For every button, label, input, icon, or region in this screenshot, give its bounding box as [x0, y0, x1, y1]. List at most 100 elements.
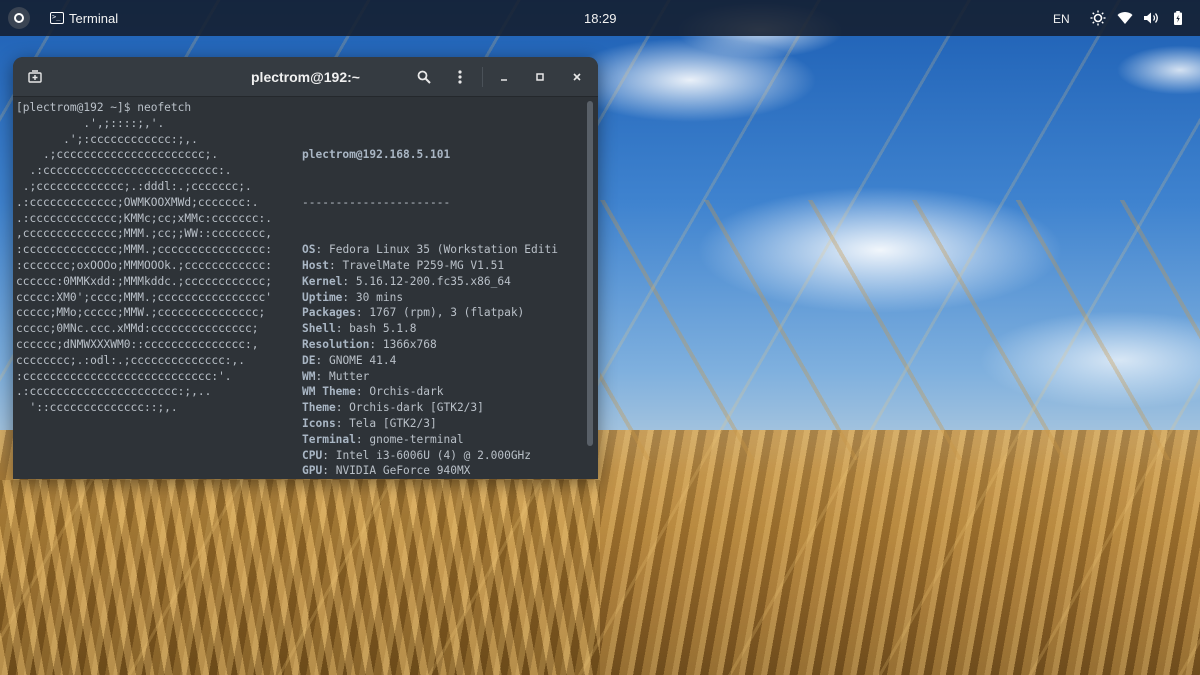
logo-line: :ccccccc;oxOOOo;MMMOOOk.;cccccccccccc:: [16, 258, 272, 272]
shell-prompt: [plectrom@192 ~]$ neofetch: [16, 101, 192, 114]
info-row: Theme: Orchis-dark [GTK2/3]: [302, 400, 558, 416]
info-colon: :: [335, 416, 350, 430]
volume-icon[interactable]: [1143, 10, 1159, 26]
info-row: CPU: Intel i3-6006U (4) @ 2.000GHz: [302, 448, 558, 464]
info-row: Resolution: 1366x768: [302, 337, 558, 353]
user-host: plectrom@192.168.5.101: [302, 148, 451, 162]
info-colon: :: [322, 448, 336, 462]
info-colon: :: [342, 290, 356, 304]
info-colon: :: [355, 306, 370, 320]
info-key: Host: [302, 258, 329, 272]
info-colon: :: [335, 322, 350, 336]
info-value: gnome-terminal: [369, 432, 464, 446]
clock[interactable]: 18:29: [584, 11, 617, 26]
info-separator: ----------------------: [302, 195, 451, 209]
info-row: WM: Mutter: [302, 369, 558, 385]
top-bar: >_ Terminal 18:29 EN: [0, 0, 1200, 36]
info-row: Uptime: 30 mins: [302, 290, 558, 306]
logo-line: .;cccccccccccccccccccccc;.: [16, 148, 219, 162]
info-colon: :: [335, 401, 350, 415]
terminal-app-icon[interactable]: >_: [50, 12, 64, 24]
info-value: Fedora Linux 35 (Workstation Editi: [328, 243, 558, 257]
search-button[interactable]: [414, 67, 434, 87]
terminal-scrollbar[interactable]: [587, 101, 593, 446]
info-key: CPU: [302, 448, 323, 462]
activities-icon: [14, 13, 24, 23]
info-row: Terminal: gnome-terminal: [302, 432, 558, 448]
brightness-icon[interactable]: [1090, 10, 1106, 26]
info-key: OS: [302, 243, 316, 257]
logo-line: '::cccccccccccccc::;,.: [16, 401, 178, 415]
wifi-icon[interactable]: [1117, 10, 1133, 26]
info-value: 30 mins: [355, 290, 404, 304]
info-row: WM Theme: Orchis-dark: [302, 384, 558, 400]
info-value: 1767 (rpm), 3 (flatpak): [369, 306, 525, 320]
info-key: Terminal: [302, 432, 356, 446]
info-value: Orchis-dark: [369, 385, 444, 399]
kebab-menu-icon: [458, 70, 462, 84]
close-button[interactable]: [567, 67, 587, 87]
logo-line: ccccc;MMo;ccccc;MMW.;ccccccccccccccc;: [16, 306, 266, 320]
info-row: Kernel: 5.16.12-200.fc35.x86_64: [302, 274, 558, 290]
info-row: Packages: 1767 (rpm), 3 (flatpak): [302, 305, 558, 321]
info-value: 1366x768: [382, 337, 437, 351]
info-key: Packages: [302, 306, 356, 320]
info-key: Kernel: [302, 274, 343, 288]
info-row: Icons: Tela [GTK2/3]: [302, 416, 558, 432]
close-icon: [573, 73, 581, 81]
logo-line: cccccccc;.:odl:.;cccccccccccccc:,.: [16, 353, 246, 367]
info-value: Intel i3-6006U (4) @ 2.000GHz: [335, 448, 532, 462]
app-menu-label[interactable]: Terminal: [69, 11, 118, 26]
info-key: Uptime: [302, 290, 343, 304]
logo-line: cccccc:0MMKxdd:;MMMkddc.;cccccccccccc;: [16, 274, 272, 288]
logo-line: .';:cccccccccccc:;,.: [16, 132, 198, 146]
info-key: Icons: [302, 416, 336, 430]
logo-line: ,cccccccccccccc;MMM.;cc;;WW::cccccccc,: [16, 227, 272, 241]
info-key: WM: [302, 369, 316, 383]
minimize-icon: [501, 79, 507, 81]
info-key: WM Theme: [302, 385, 356, 399]
color-palette: [305, 474, 473, 479]
logo-line: :cccccccccccccc;MMM.;cccccccccccccccc:: [16, 243, 272, 257]
info-value: 5.16.12-200.fc35.x86_64: [355, 274, 511, 288]
info-colon: :: [315, 353, 329, 367]
info-value: Mutter: [328, 369, 370, 383]
logo-line: ccccc;0MNc.ccc.xMMd:ccccccccccccccc;: [16, 322, 259, 336]
info-value: bash 5.1.8: [349, 322, 417, 336]
battery-icon[interactable]: [1170, 10, 1186, 26]
info-colon: :: [328, 258, 343, 272]
info-value: Orchis-dark [GTK2/3]: [349, 401, 484, 415]
info-key: DE: [302, 353, 316, 367]
logo-line: :cccccccccccccccccccccccccccc:'.: [16, 369, 232, 383]
info-value: GNOME 41.4: [328, 353, 397, 367]
menu-button[interactable]: [450, 67, 470, 87]
info-value: TravelMate P259-MG V1.51: [342, 258, 505, 272]
activities-button[interactable]: [8, 7, 30, 29]
logo-line: .:ccccccccccccc;OWMKOOXMWd;ccccccc:.: [16, 195, 259, 209]
info-row: Shell: bash 5.1.8: [302, 321, 558, 337]
info-key: Resolution: [302, 337, 370, 351]
info-colon: :: [355, 432, 370, 446]
logo-line: .:ccccccccccccc;KMMc;cc;xMMc:ccccccc:.: [16, 211, 272, 225]
info-colon: :: [369, 337, 383, 351]
headerbar-separator: [482, 67, 483, 87]
window-headerbar[interactable]: plectrom@192:~: [13, 57, 598, 97]
info-row: DE: GNOME 41.4: [302, 353, 558, 369]
logo-line: .:cccccccccccccccccccccccccc:.: [16, 164, 232, 178]
info-colon: :: [315, 369, 329, 383]
maximize-button[interactable]: [530, 67, 550, 87]
system-info: plectrom@192.168.5.101 -----------------…: [302, 116, 558, 479]
keyboard-layout-indicator[interactable]: EN: [1053, 12, 1070, 26]
wallpaper-wheat-stalks: [600, 200, 1200, 460]
logo-line: .:cccccccccccccccccccccc:;,..: [16, 385, 212, 399]
info-key: Theme: [302, 401, 336, 415]
terminal-output[interactable]: [plectrom@192 ~]$ neofetch .',;::::;,'. …: [16, 100, 586, 477]
minimize-button[interactable]: [494, 67, 514, 87]
info-colon: :: [355, 385, 370, 399]
wallpaper-wheat-foreground: [0, 480, 600, 675]
info-row: Host: TravelMate P259-MG V1.51: [302, 258, 558, 274]
logo-line: cccccc;dNMWXXXWM0::ccccccccccccccc:,: [16, 337, 259, 351]
fedora-ascii-logo: .',;::::;,'. .';:cccccccccccc:;,. .;cccc…: [16, 116, 272, 416]
terminal-window[interactable]: plectrom@192:~ [plectrom@192 ~]$ neofetc…: [13, 57, 598, 479]
info-value: Tela [GTK2/3]: [349, 416, 437, 430]
